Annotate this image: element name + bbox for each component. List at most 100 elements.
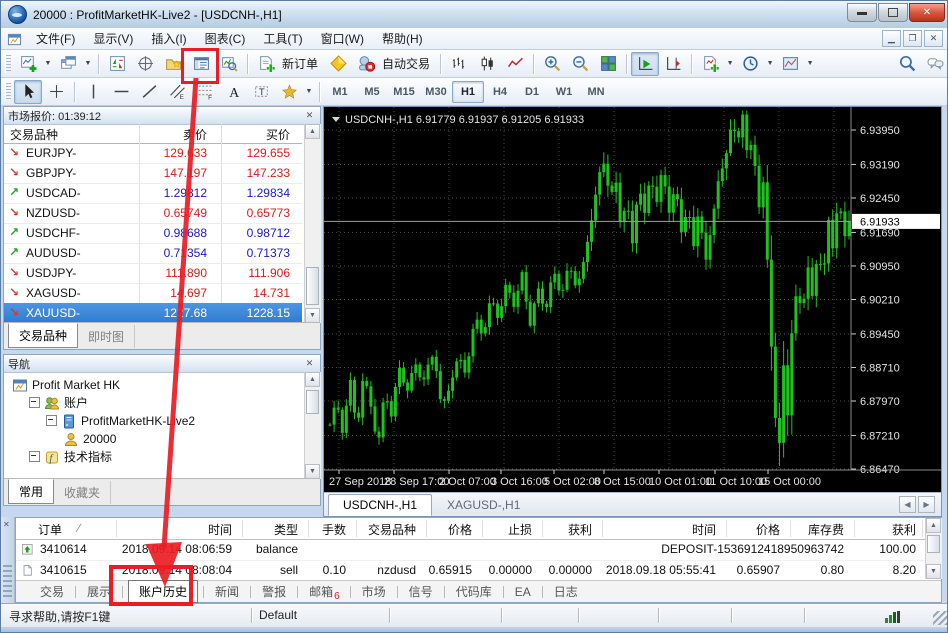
scroll-right-icon[interactable]: ▶ xyxy=(918,496,935,513)
chat-button[interactable] xyxy=(921,52,948,76)
terminal-tab-新闻[interactable]: 新闻 xyxy=(209,581,245,602)
market-watch-row[interactable]: ↘GBPJPY-147.197147.233 xyxy=(4,163,302,184)
market-watch-row[interactable]: ↘XAGUSD-14.69714.731 xyxy=(4,283,302,304)
navigator-item[interactable]: ProfitMarketHK-Live2 xyxy=(46,412,195,429)
timeframe-m30-button[interactable]: M30 xyxy=(420,81,452,103)
candlestick-chart[interactable]: 6.939506.931906.924506.916906.909506.902… xyxy=(324,107,941,495)
market-watch-row[interactable]: ↘NZDUSD-0.657490.65773 xyxy=(4,203,302,224)
child-restore-button[interactable]: ❐ xyxy=(903,30,922,47)
zoom-in-button[interactable] xyxy=(538,52,566,76)
terminal-close-icon[interactable]: ✕ xyxy=(3,520,10,529)
text-tool-button[interactable]: A xyxy=(219,80,247,104)
navigator-tab[interactable]: 收藏夹 xyxy=(54,481,111,504)
periods-button-dropdown[interactable]: ▼ xyxy=(764,53,776,75)
autotrading-button[interactable] xyxy=(352,52,380,76)
auto-scroll-button[interactable] xyxy=(631,52,659,76)
terminal-tab-警报[interactable]: 警报 xyxy=(256,581,292,602)
scroll-up-icon[interactable]: ▲ xyxy=(926,518,941,533)
chart-tab[interactable]: USDCNH-,H1 xyxy=(328,494,432,516)
market-watch-row[interactable]: ↗USDCHF-0.986880.98712 xyxy=(4,223,302,244)
terminal-tab-EA[interactable]: EA xyxy=(509,583,537,601)
timeframe-m15-button[interactable]: M15 xyxy=(388,81,420,103)
metaeditor-button[interactable] xyxy=(324,52,352,76)
search-button[interactable] xyxy=(893,52,921,76)
terminal-row-balance[interactable]: 34106142018.09.14 08:06:59balanceDEPOSIT… xyxy=(16,539,926,561)
terminal-column-header[interactable]: 类型 xyxy=(274,521,298,538)
chart-shift-button[interactable] xyxy=(659,52,687,76)
scroll-left-icon[interactable]: ◀ xyxy=(899,496,916,513)
navigator-close-icon[interactable]: ✕ xyxy=(303,357,316,370)
bar-chart-button[interactable] xyxy=(445,52,473,76)
menu-item-6[interactable]: 帮助(H) xyxy=(373,28,432,49)
terminal-column-header[interactable]: 价格 xyxy=(756,521,780,538)
minimize-button[interactable]: ▬ xyxy=(847,3,877,22)
cursor-tool-button[interactable] xyxy=(14,80,42,104)
market-watch-scrollbar[interactable]: ▲ ▼ xyxy=(304,124,321,323)
indicators-button[interactable] xyxy=(696,52,724,76)
timeframe-mn-button[interactable]: MN xyxy=(580,81,612,103)
timeframe-h4-button[interactable]: H4 xyxy=(484,81,516,103)
restore-button[interactable] xyxy=(878,3,908,22)
market-watch-row[interactable]: ↗AUDUSD-0.713540.71373 xyxy=(4,243,302,264)
resize-grip[interactable] xyxy=(933,611,947,625)
terminal-column-header[interactable]: 交易品种 xyxy=(368,521,416,538)
menu-item-5[interactable]: 窗口(W) xyxy=(312,28,373,49)
market-watch-tab[interactable]: 交易品种 xyxy=(8,323,78,348)
indicators-button-dropdown[interactable]: ▼ xyxy=(724,53,736,75)
scroll-thumb[interactable] xyxy=(306,390,319,414)
terminal-column-header[interactable]: 获利 xyxy=(892,521,916,538)
menu-item-2[interactable]: 插入(I) xyxy=(142,28,195,49)
new-order-button[interactable] xyxy=(252,52,280,76)
text-label-tool-button[interactable]: T xyxy=(247,80,275,104)
navigator-item[interactable]: 账户 xyxy=(29,394,88,411)
market-watch-button[interactable] xyxy=(103,52,131,76)
menu-item-3[interactable]: 图表(C) xyxy=(196,28,255,49)
tile-windows-button[interactable] xyxy=(594,52,622,76)
terminal-tab-信号[interactable]: 信号 xyxy=(403,581,439,602)
market-watch-row[interactable]: ↘EURJPY-129.633129.655 xyxy=(4,143,302,164)
new-chart-button-dropdown[interactable]: ▼ xyxy=(42,53,54,75)
tree-collapse-icon[interactable] xyxy=(29,397,40,408)
timeframe-m5-button[interactable]: M5 xyxy=(356,81,388,103)
column-symbol[interactable]: 交易品种 xyxy=(10,126,58,143)
new-chart-button[interactable] xyxy=(14,52,42,76)
scroll-thumb[interactable] xyxy=(927,535,940,553)
tree-collapse-icon[interactable] xyxy=(46,415,57,426)
terminal-column-header[interactable]: 时间 xyxy=(208,521,232,538)
market-watch-row[interactable]: ↘XAUUSD-1227.681228.15 xyxy=(4,303,302,324)
menu-item-4[interactable]: 工具(T) xyxy=(254,28,311,49)
vertical-line-tool-button[interactable] xyxy=(79,80,107,104)
terminal-column-header[interactable]: 时间 xyxy=(692,521,716,538)
strategy-tester-button[interactable] xyxy=(215,52,243,76)
scroll-up-icon[interactable]: ▲ xyxy=(305,372,320,387)
terminal-tab-市场[interactable]: 市场 xyxy=(356,581,392,602)
navigator-item[interactable]: 20000 xyxy=(63,430,116,447)
scroll-up-icon[interactable]: ▲ xyxy=(305,124,320,139)
chart-tab[interactable]: XAGUSD-,H1 xyxy=(432,494,535,516)
menu-item-1[interactable]: 显示(V) xyxy=(84,28,142,49)
scroll-thumb[interactable] xyxy=(306,267,319,305)
timeframe-w1-button[interactable]: W1 xyxy=(548,81,580,103)
crosshair-tool-button[interactable] xyxy=(42,80,70,104)
terminal-column-header[interactable]: 获利 xyxy=(568,521,592,538)
periods-button[interactable] xyxy=(736,52,764,76)
close-button[interactable]: ✕ xyxy=(909,3,945,22)
column-bid[interactable]: 卖价 xyxy=(183,126,207,143)
tree-collapse-icon[interactable] xyxy=(29,451,40,462)
terminal-column-header[interactable]: 手数 xyxy=(322,521,346,538)
trendline-tool-button[interactable] xyxy=(135,80,163,104)
terminal-tab-交易[interactable]: 交易 xyxy=(34,581,70,602)
shapes-tool-button[interactable] xyxy=(275,80,303,104)
terminal-column-header[interactable]: 库存费 xyxy=(808,521,844,538)
terminal-column-header[interactable]: 止损 xyxy=(508,521,532,538)
profiles-button-dropdown[interactable]: ▼ xyxy=(82,53,94,75)
shapes-tool-button-dropdown[interactable]: ▼ xyxy=(303,81,315,103)
zoom-out-button[interactable] xyxy=(566,52,594,76)
terminal-scrollbar[interactable]: ▲ ▼ xyxy=(925,518,942,579)
terminal-tab-邮箱[interactable]: 邮箱6 xyxy=(303,581,345,602)
terminal-column-header[interactable]: 订单 xyxy=(38,521,62,538)
navigator-item[interactable]: Profit Market HK xyxy=(12,376,120,393)
terminal-tab-日志[interactable]: 日志 xyxy=(548,581,584,602)
child-close-button[interactable]: ✕ xyxy=(924,30,943,47)
market-watch-tab[interactable]: 即时图 xyxy=(78,325,135,348)
